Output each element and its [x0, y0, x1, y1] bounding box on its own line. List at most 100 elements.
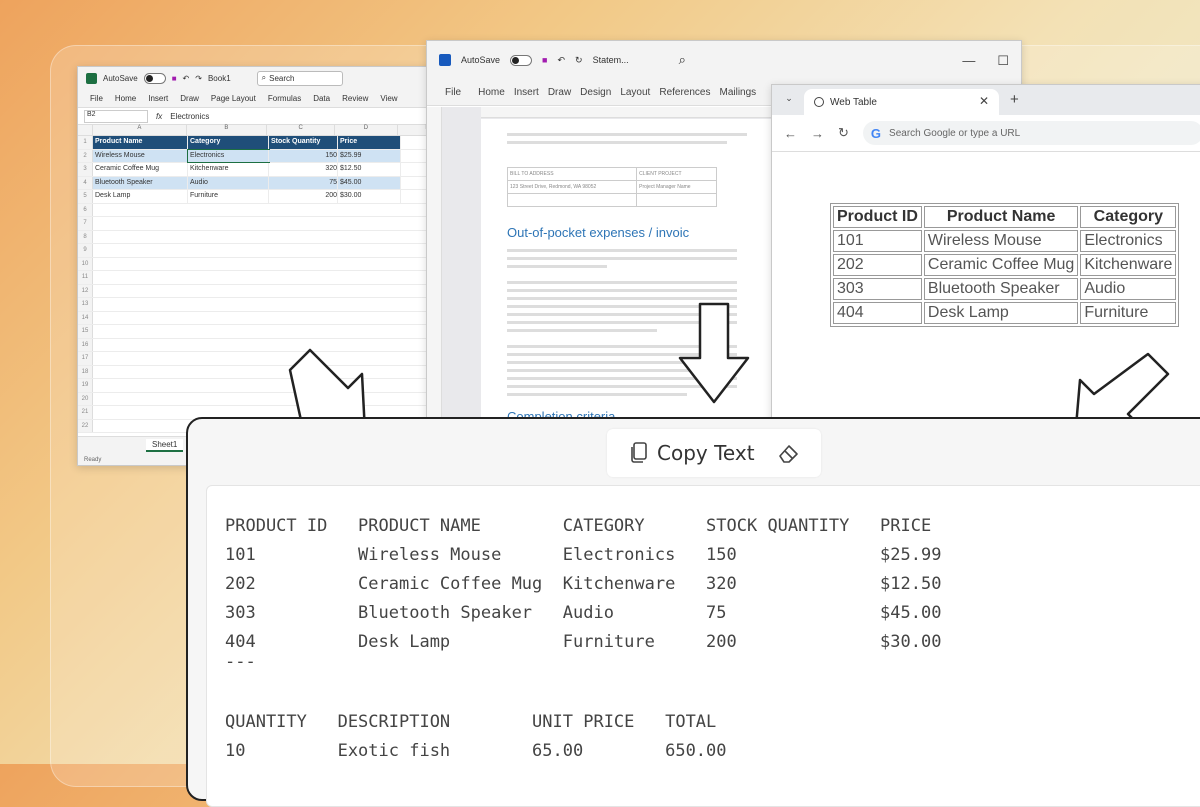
row-number[interactable]: 2 [78, 149, 93, 162]
row-number[interactable]: 20 [78, 392, 93, 405]
search-icon[interactable]: ⌕ [679, 52, 686, 68]
table-cell[interactable]: Kitchenware [188, 163, 269, 176]
ribbon-tab-review[interactable]: Review [342, 94, 368, 103]
table-cell[interactable]: $25.99 [338, 149, 401, 162]
row-number[interactable]: 21 [78, 406, 93, 419]
ribbon-tab-home[interactable]: Home [478, 87, 505, 98]
table-header-cell[interactable]: Stock Quantity [269, 136, 338, 149]
ribbon-tab-home[interactable]: Home [115, 94, 136, 103]
row-number[interactable]: 7 [78, 217, 93, 230]
row-number[interactable]: 11 [78, 271, 93, 284]
table-cell[interactable]: 200 [269, 190, 338, 203]
table-cell[interactable]: Wireless Mouse [93, 149, 188, 162]
new-tab-icon[interactable]: + [1010, 91, 1019, 108]
column-header[interactable]: B [187, 125, 268, 135]
ribbon-tab-file[interactable]: File [90, 94, 103, 103]
row-number[interactable]: 5 [78, 190, 93, 203]
copy-icon[interactable] [629, 442, 647, 464]
save-icon[interactable]: ■ [542, 55, 547, 65]
back-icon[interactable]: ← [784, 126, 797, 141]
table-cell[interactable]: Bluetooth Speaker [93, 176, 188, 189]
save-icon[interactable]: ■ [172, 74, 177, 83]
column-header[interactable]: D [335, 125, 398, 135]
row-number[interactable]: 15 [78, 325, 93, 338]
ribbon-tab-insert[interactable]: Insert [148, 94, 168, 103]
undo-icon[interactable]: ↶ [183, 74, 190, 83]
row-number[interactable]: 6 [78, 203, 93, 216]
body-text-line [507, 393, 687, 396]
ribbon-tab-page-layout[interactable]: Page Layout [211, 94, 256, 103]
close-tab-icon[interactable]: ✕ [979, 94, 989, 108]
redo-icon[interactable]: ↷ [195, 74, 202, 83]
row-number[interactable]: 19 [78, 379, 93, 392]
copy-text-button[interactable]: Copy Text [657, 441, 755, 465]
formula-input[interactable]: Electronics [170, 112, 209, 121]
redo-icon[interactable]: ↻ [575, 55, 583, 66]
ribbon-tab-insert[interactable]: Insert [514, 87, 539, 98]
row-number[interactable]: 8 [78, 230, 93, 243]
table-cell[interactable]: Audio [188, 176, 269, 189]
maximize-icon[interactable]: ☐ [997, 53, 1009, 69]
empty-row: 13 [78, 298, 458, 312]
spreadsheet-grid[interactable]: A B C D E 1 Product Name Category Stock … [78, 125, 458, 433]
row-number[interactable]: 3 [78, 163, 93, 176]
row-number[interactable]: 14 [78, 311, 93, 324]
name-box[interactable]: B2 [84, 109, 148, 123]
autosave-toggle[interactable] [143, 72, 166, 84]
row-number[interactable]: 18 [78, 365, 93, 378]
row-number[interactable]: 17 [78, 352, 93, 365]
table-cell[interactable]: 75 [269, 176, 338, 189]
ribbon-tab-view[interactable]: View [380, 94, 397, 103]
row-number[interactable]: 16 [78, 338, 93, 351]
ribbon-tab-mailings[interactable]: Mailings [719, 87, 756, 98]
column-header[interactable]: C [267, 125, 336, 135]
minimize-icon[interactable]: — [962, 53, 975, 69]
table-cell[interactable]: $45.00 [338, 176, 401, 189]
address-bar[interactable]: G Search Google or type a URL [862, 121, 1200, 145]
row-number[interactable]: 22 [78, 419, 93, 432]
sheet-tab[interactable]: Sheet1 [146, 439, 184, 452]
ribbon-tab-design[interactable]: Design [580, 87, 611, 98]
column-header[interactable]: A [93, 125, 187, 135]
table-header-cell[interactable]: Price [338, 136, 401, 149]
table-cell[interactable]: $12.50 [338, 163, 401, 176]
file-name: Book1 [207, 73, 231, 83]
table-cell[interactable]: $30.00 [338, 190, 401, 203]
table-cell[interactable]: 320 [269, 163, 338, 176]
reload-icon[interactable]: ↻ [838, 125, 849, 141]
empty-row: 15 [78, 325, 458, 339]
table-cell[interactable]: 150 [269, 149, 338, 162]
forward-icon[interactable]: → [811, 126, 824, 141]
row-number[interactable]: 13 [78, 298, 93, 311]
table-header-cell[interactable]: Category [188, 136, 269, 149]
ribbon-tab-draw[interactable]: Draw [548, 87, 571, 98]
row-number[interactable]: 12 [78, 284, 93, 297]
ribbon-tab-references[interactable]: References [659, 87, 710, 98]
body-text-line [507, 249, 737, 252]
extracted-text-area[interactable]: PRODUCT ID PRODUCT NAME CATEGORY STOCK Q… [206, 485, 1200, 807]
ribbon-tab-file[interactable]: File [445, 87, 461, 98]
table-cell[interactable]: Ceramic Coffee Mug [93, 163, 188, 176]
row-number[interactable]: 9 [78, 244, 93, 257]
active-cell[interactable]: Electronics [187, 148, 270, 163]
ribbon-tab-draw[interactable]: Draw [180, 94, 199, 103]
table-header-cell[interactable]: Product Name [93, 136, 188, 149]
function-icon[interactable]: fx [156, 112, 162, 121]
corner-cell[interactable] [78, 125, 93, 135]
table-cell[interactable]: Desk Lamp [93, 190, 188, 203]
table-cell[interactable]: Furniture [188, 190, 269, 203]
tab-list-icon[interactable]: ⌄ [780, 93, 798, 107]
ribbon-tab-layout[interactable]: Layout [620, 87, 650, 98]
eraser-icon[interactable] [777, 442, 801, 464]
ribbon-tab-formulas[interactable]: Formulas [268, 94, 301, 103]
ribbon-tab-data[interactable]: Data [313, 94, 330, 103]
autosave-toggle[interactable] [510, 54, 533, 66]
row-number[interactable]: 10 [78, 257, 93, 270]
table-cell: Desk Lamp [923, 302, 1079, 324]
row-number[interactable]: 4 [78, 176, 93, 189]
excel-search-input[interactable]: ⌕ Search [256, 70, 343, 86]
undo-icon[interactable]: ↶ [557, 55, 565, 66]
browser-tab[interactable]: Web Table ✕ [804, 89, 999, 115]
row-number[interactable]: 1 [78, 136, 93, 149]
excel-window[interactable]: AutoSave ■ ↶ ↷ Book1 ⌕ Search File Home … [77, 66, 459, 466]
